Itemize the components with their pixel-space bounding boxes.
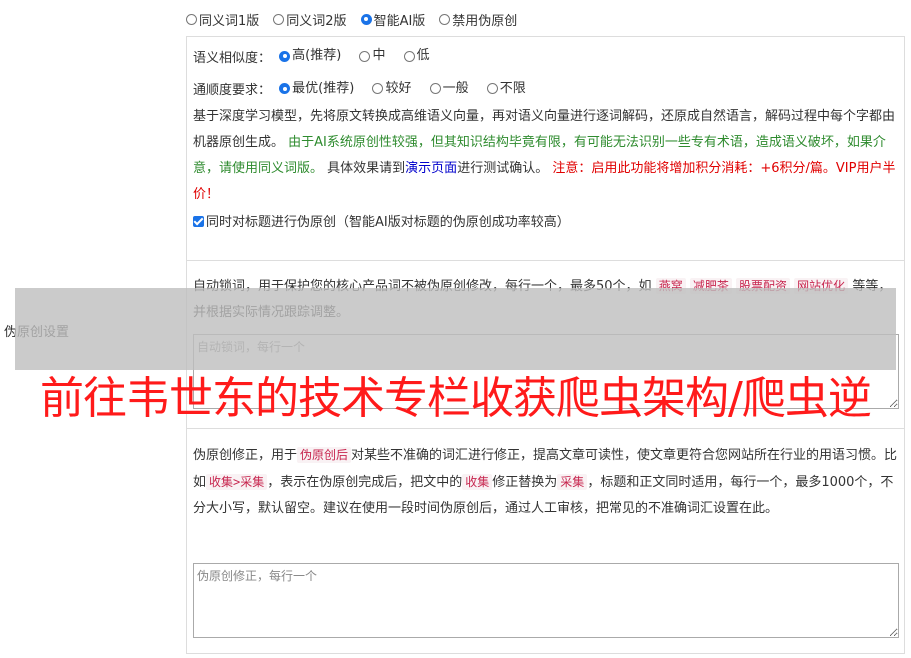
radio-circle[interactable] (486, 83, 498, 94)
radio-fluency-normal[interactable]: 一般 (429, 76, 469, 102)
radio-disable-rewrite[interactable]: 禁用伪原创 (439, 10, 517, 29)
demo-page-link[interactable]: 演示页面 (405, 161, 457, 176)
example-tag: 收集>采集 (206, 474, 268, 490)
ai-description: 基于深度学习模型，先将原文转换成高维语义向量，再对语义向量进行逐词解码，还原成自… (193, 104, 898, 208)
watermark-text: 前往韦世东的技术专栏收获爬虫架构/爬虫逆 (40, 373, 872, 424)
radio-circle[interactable] (403, 50, 415, 62)
ai-desc-text-3: 进行测试确认。 (457, 161, 549, 176)
radio-circle[interactable] (359, 50, 371, 62)
rewrite-fix-panel: 伪原创修正，用于 伪原创后 对某些不准确的词汇进行修正，提高文章可读性，使文章更符合… (186, 429, 905, 654)
radio-similarity-low[interactable]: 低 (403, 43, 430, 69)
radio-circle[interactable] (429, 83, 441, 94)
radio-circle[interactable] (360, 13, 372, 25)
similarity-row: 语义相似度： 高(推荐) 中 低 (193, 43, 898, 72)
radio-circle[interactable] (439, 13, 451, 25)
radio-circle[interactable] (279, 83, 291, 94)
fluency-label: 通顺度要求： (193, 83, 272, 98)
radio-circle[interactable] (273, 13, 285, 25)
example-tag: 收集 (462, 474, 493, 490)
ai-settings-panel: 语义相似度： 高(推荐) 中 低 通顺度要求： 最优(推荐) 较好 一般 不限 … (186, 36, 905, 261)
similarity-label: 语义相似度： (193, 50, 272, 66)
radio-fluency-best[interactable]: 最优(推荐) (279, 76, 354, 102)
radio-synonym-v2[interactable]: 同义词2版 (273, 10, 347, 29)
radio-similarity-medium[interactable]: 中 (359, 43, 385, 69)
radio-circle[interactable] (279, 50, 291, 62)
example-tag: 采集 (557, 474, 588, 490)
overlay-band (15, 288, 896, 370)
radio-similarity-high[interactable]: 高(推荐) (279, 43, 341, 69)
fix-desc-text: 伪原创修正，用于 (193, 448, 298, 463)
fix-desc-text-4: 修正替换为 (492, 475, 558, 490)
radio-synonym-v1[interactable]: 同义词1版 (186, 10, 259, 29)
checkbox-box[interactable] (193, 216, 204, 227)
radio-fluency-any[interactable]: 不限 (486, 76, 526, 102)
fix-desc-text-3: ，表示在伪原创完成后，把文中的 (267, 475, 463, 490)
example-tag: 伪原创后 (297, 447, 352, 463)
rewrite-fix-input[interactable] (193, 563, 899, 638)
rewrite-fix-description: 伪原创修正，用于 伪原创后 对某些不准确的词汇进行修正，提高文章可读性，使文章更符合… (193, 442, 898, 522)
radio-circle[interactable] (372, 83, 384, 94)
fluency-row: 通顺度要求： 最优(推荐) 较好 一般 不限 (193, 76, 898, 105)
ai-desc-text-2: 具体效果请到 (327, 161, 406, 176)
radio-ai-version[interactable]: 智能AI版 (360, 10, 425, 29)
radio-fluency-good[interactable]: 较好 (372, 76, 411, 102)
title-rewrite-checkbox[interactable]: 同时对标题进行伪原创（智能AI版对标题的伪原创成功率较高） (193, 215, 570, 230)
radio-circle[interactable] (186, 13, 197, 25)
title-rewrite-row: 同时对标题进行伪原创（智能AI版对标题的伪原创成功率较高） (193, 210, 898, 236)
version-radio-group: 同义词1版 同义词2版 智能AI版 禁用伪原创 (186, 8, 531, 30)
